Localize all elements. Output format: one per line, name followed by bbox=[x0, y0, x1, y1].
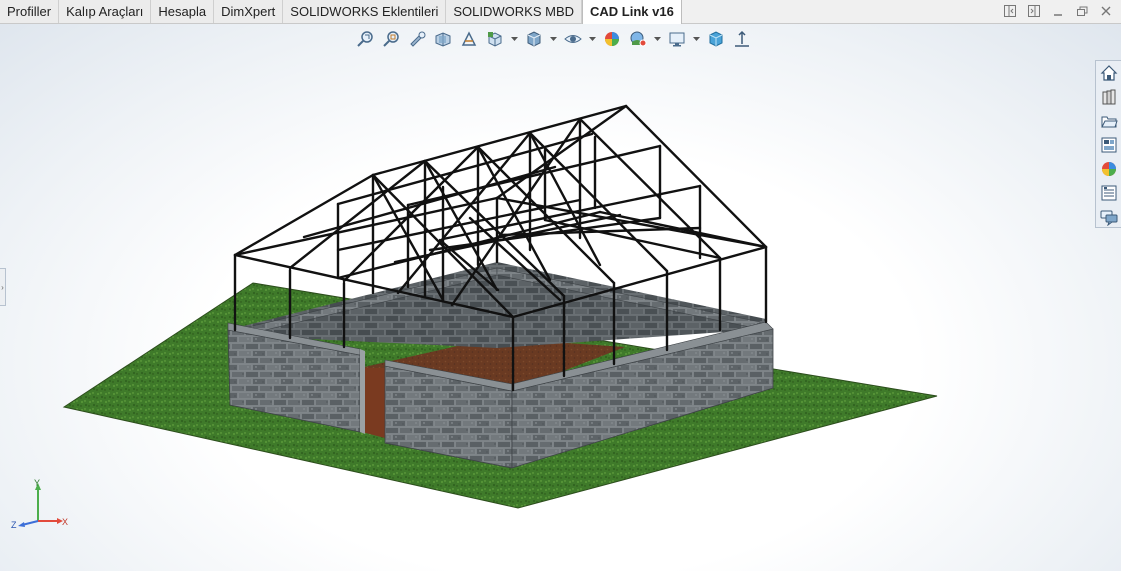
tile-right-icon[interactable] bbox=[1027, 4, 1041, 18]
normal-to-icon[interactable] bbox=[732, 29, 752, 49]
appearances-icon[interactable] bbox=[1098, 158, 1120, 179]
previous-view-icon[interactable] bbox=[407, 29, 427, 49]
chevron-down-icon[interactable] bbox=[550, 29, 557, 49]
tab-cad-link[interactable]: CAD Link v16 bbox=[582, 0, 682, 24]
tab-kalip-araclari[interactable]: Kalıp Araçları bbox=[59, 0, 152, 23]
file-explorer-icon[interactable] bbox=[1098, 111, 1120, 132]
custom-properties-icon[interactable] bbox=[1098, 182, 1120, 203]
view-settings-icon[interactable] bbox=[667, 29, 687, 49]
tab-hesapla[interactable]: Hesapla bbox=[151, 0, 215, 23]
isometric-cube-icon[interactable] bbox=[706, 29, 726, 49]
zoom-to-area-icon[interactable] bbox=[381, 29, 401, 49]
dynamic-annotation-icon[interactable] bbox=[459, 29, 479, 49]
window-controls bbox=[1003, 4, 1113, 18]
tab-dimxpert[interactable]: DimXpert bbox=[214, 0, 284, 23]
triad-y-label: Y bbox=[34, 478, 40, 488]
display-style-icon[interactable] bbox=[524, 29, 544, 49]
tab-strip: Profiller Kalıp Araçları Hesapla DimXper… bbox=[0, 0, 682, 24]
heads-up-view-toolbar bbox=[355, 28, 752, 50]
minimize-icon[interactable] bbox=[1051, 4, 1065, 18]
hide-show-items-icon[interactable] bbox=[563, 29, 583, 49]
triad-x-label: X bbox=[62, 517, 68, 527]
section-view-icon[interactable] bbox=[433, 29, 453, 49]
greenhouse-model bbox=[62, 104, 938, 509]
graphics-area[interactable]: › Y X Z bbox=[0, 24, 1121, 571]
chevron-down-icon[interactable] bbox=[511, 29, 518, 49]
chevron-down-icon[interactable] bbox=[654, 29, 661, 49]
feature-manager-expand-handle[interactable]: › bbox=[0, 268, 6, 306]
apply-scene-icon[interactable] bbox=[628, 29, 648, 49]
chevron-down-icon[interactable] bbox=[589, 29, 596, 49]
tab-profiller[interactable]: Profiller bbox=[0, 0, 60, 23]
design-library-icon[interactable] bbox=[1098, 87, 1120, 108]
tab-solidworks-eklentileri[interactable]: SOLIDWORKS Eklentileri bbox=[283, 0, 447, 23]
close-icon[interactable] bbox=[1099, 4, 1113, 18]
command-manager-tabs: Profiller Kalıp Araçları Hesapla DimXper… bbox=[0, 0, 1121, 24]
view-orientation-icon[interactable] bbox=[485, 29, 505, 49]
restore-icon[interactable] bbox=[1075, 4, 1089, 18]
home-icon[interactable] bbox=[1098, 63, 1120, 84]
forum-icon[interactable] bbox=[1098, 206, 1120, 227]
triad-z-label: Z bbox=[11, 520, 17, 530]
task-pane bbox=[1095, 60, 1121, 228]
zoom-to-fit-icon[interactable] bbox=[355, 29, 375, 49]
tile-left-icon[interactable] bbox=[1003, 4, 1017, 18]
reference-triad: Y X Z bbox=[11, 478, 68, 530]
tab-solidworks-mbd[interactable]: SOLIDWORKS MBD bbox=[446, 0, 583, 23]
edit-appearance-icon[interactable] bbox=[602, 29, 622, 49]
view-palette-icon[interactable] bbox=[1098, 135, 1120, 156]
chevron-down-icon[interactable] bbox=[693, 29, 700, 49]
